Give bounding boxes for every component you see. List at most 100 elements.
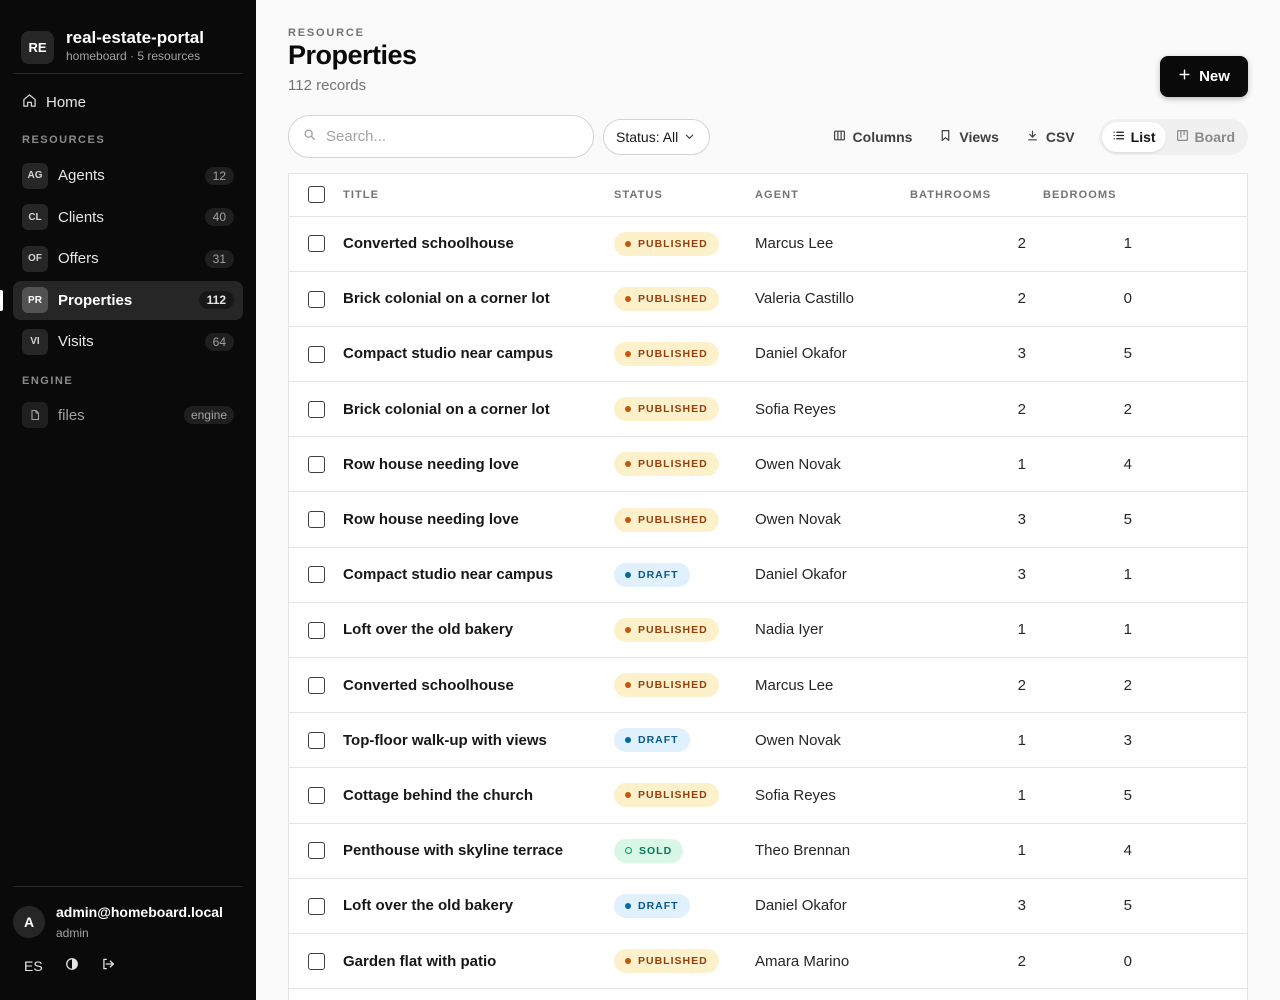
column-header-bedrooms[interactable]: BEDROOMS	[1026, 174, 1247, 217]
sidebar-item-clients[interactable]: CL Clients 40	[13, 198, 243, 237]
bedrooms-value: 5	[1026, 491, 1247, 548]
search-input[interactable]	[326, 128, 566, 145]
sidebar-item-offers[interactable]: OF Offers 31	[13, 239, 243, 278]
status-label: PUBLISHED	[638, 679, 708, 692]
search-icon	[303, 128, 316, 146]
bedrooms-value: 0	[1026, 271, 1247, 327]
row-checkbox[interactable]	[308, 290, 325, 308]
row-checkbox[interactable]	[308, 566, 325, 584]
user-profile[interactable]: A admin@homeboard.local admin	[13, 903, 243, 941]
brand-logo: RE	[21, 31, 54, 64]
table-row[interactable]: Row house needing love PUBLISHED Owen Nova…	[289, 491, 1247, 548]
table-row[interactable]: Loft over the old bakery PUBLISHED Nadia I…	[289, 602, 1247, 659]
table-row[interactable]: Row house needing love PUBLISHED Owen Nova…	[289, 436, 1247, 493]
row-checkbox[interactable]	[308, 676, 325, 694]
footer-actions: ES	[13, 957, 243, 974]
brand: RE real-estate-portal homeboard · 5 reso…	[13, 0, 243, 74]
agent-name: Valeria Castillo	[755, 271, 892, 327]
table-row[interactable]: Compact studio near campus DRAFT Daniel Ok…	[289, 547, 1247, 603]
engine-nav: files engine	[13, 397, 243, 433]
row-checkbox[interactable]	[308, 400, 325, 418]
agent-name: Owen Novak	[755, 712, 892, 769]
property-title[interactable]: Row house needing love	[343, 436, 614, 493]
property-title[interactable]: Penthouse with skyline terrace	[343, 823, 614, 879]
status-filter[interactable]: Status: All	[603, 118, 711, 155]
row-checkbox[interactable]	[308, 511, 325, 529]
property-title[interactable]: Loft over the old bakery	[343, 878, 614, 934]
logout-icon[interactable]	[101, 957, 115, 974]
property-title[interactable]: Converted schoolhouse	[343, 657, 614, 714]
page-eyebrow: RESOURCE	[288, 27, 365, 39]
property-title[interactable]: Garden flat with patio	[343, 933, 614, 990]
nav-home[interactable]: Home	[13, 86, 243, 118]
status-label: PUBLISHED	[638, 347, 708, 360]
list-view-label: List	[1130, 128, 1156, 145]
sidebar-item-agents[interactable]: AG Agents 12	[13, 156, 243, 195]
row-checkbox[interactable]	[308, 621, 325, 639]
property-title[interactable]: Brick colonial on a corner lot	[343, 381, 614, 438]
property-title[interactable]: Compact studio near campus	[343, 326, 614, 383]
row-checkbox[interactable]	[308, 456, 325, 474]
plus-icon	[1178, 68, 1191, 85]
status-dot-icon	[625, 571, 631, 578]
column-header-bathrooms[interactable]: BATHROOMS	[892, 174, 1026, 217]
table-row[interactable]: Brick colonial on a corner lot PUBLISHED S…	[289, 381, 1247, 438]
theme-toggle-icon[interactable]	[65, 957, 79, 974]
table-row[interactable]: Top-floor walk-up with views DRAFT Owen No…	[289, 712, 1247, 769]
status-badge: PUBLISHED	[614, 673, 719, 698]
status-label: DRAFT	[638, 568, 679, 581]
property-title[interactable]: Brick colonial on a corner lot	[343, 271, 614, 327]
status-badge: PUBLISHED	[614, 507, 719, 532]
views-button[interactable]: Views	[939, 129, 999, 145]
bookmark-icon	[939, 129, 952, 145]
table-row[interactable]: Compact studio near campus PUBLISHED Danie…	[289, 326, 1247, 383]
row-checkbox[interactable]	[308, 952, 325, 970]
sidebar-item-properties[interactable]: PR Properties 112	[0, 280, 243, 320]
property-title[interactable]: Converted schoolhouse	[343, 216, 614, 272]
engine-item-tag: engine	[183, 406, 234, 424]
sidebar: RE real-estate-portal homeboard · 5 reso…	[0, 0, 256, 1000]
list-view-button[interactable]: List	[1101, 121, 1166, 152]
board-view-button[interactable]: Board	[1166, 122, 1245, 152]
select-all-checkbox[interactable]	[308, 186, 325, 204]
property-title[interactable]: Row house needing love	[343, 491, 614, 548]
table-row[interactable]: Garden flat with patio PUBLISHED Amara Mar…	[289, 933, 1247, 990]
table-header-row: TITLE STATUS AGENT BATHROOMS BEDROOMS	[289, 174, 1247, 217]
csv-export-button[interactable]: CSV	[1026, 129, 1075, 145]
bathrooms-value: 1	[892, 823, 1026, 879]
status-filter-label: Status: All	[616, 128, 679, 145]
row-checkbox[interactable]	[308, 345, 325, 363]
row-checkbox[interactable]	[308, 787, 325, 805]
row-checkbox[interactable]	[308, 897, 325, 915]
table-row[interactable]: Penthouse with skyline terrace SOLD Theo B…	[289, 823, 1247, 879]
view-toggle: List Board	[1098, 118, 1248, 155]
column-header-status[interactable]: STATUS	[614, 174, 755, 217]
status-label: PUBLISHED	[638, 237, 708, 250]
status-label: PUBLISHED	[638, 458, 708, 471]
nav-item-label: Clients	[58, 208, 104, 226]
sidebar-item-files[interactable]: files engine	[13, 397, 243, 433]
row-checkbox[interactable]	[308, 732, 325, 750]
row-checkbox[interactable]	[308, 842, 325, 860]
columns-button[interactable]: Columns	[833, 129, 912, 145]
nav-item-label: Agents	[58, 167, 105, 184]
property-title[interactable]: Cottage behind the church	[343, 767, 614, 824]
brand-subtitle: homeboard · 5 resources	[66, 48, 201, 63]
column-header-agent[interactable]: AGENT	[755, 174, 892, 217]
sidebar-item-visits[interactable]: VI Visits 64	[13, 322, 243, 361]
table-row[interactable]: Converted schoolhouse PUBLISHED Marcus Lee…	[289, 657, 1247, 714]
table-row[interactable]: Cottage behind the church PUBLISHED Sofia …	[289, 767, 1247, 824]
column-header-title[interactable]: TITLE	[343, 174, 614, 217]
nav-item-abbr: AG	[22, 162, 48, 189]
property-title[interactable]: Loft over the old bakery	[343, 602, 614, 659]
board-icon	[1176, 129, 1189, 145]
property-title[interactable]: Top-floor walk-up with views	[343, 712, 614, 769]
home-icon	[22, 93, 46, 112]
table-row[interactable]: Brick colonial on a corner lot PUBLISHED V…	[289, 271, 1247, 327]
new-button[interactable]: New	[1160, 56, 1248, 97]
table-row[interactable]: Loft over the old bakery DRAFT Daniel Okaf…	[289, 878, 1247, 934]
language-toggle[interactable]: ES	[24, 958, 43, 974]
property-title[interactable]: Compact studio near campus	[343, 547, 614, 603]
table-row[interactable]: Converted schoolhouse PUBLISHED Marcus Lee…	[289, 216, 1247, 272]
row-checkbox[interactable]	[308, 235, 325, 253]
